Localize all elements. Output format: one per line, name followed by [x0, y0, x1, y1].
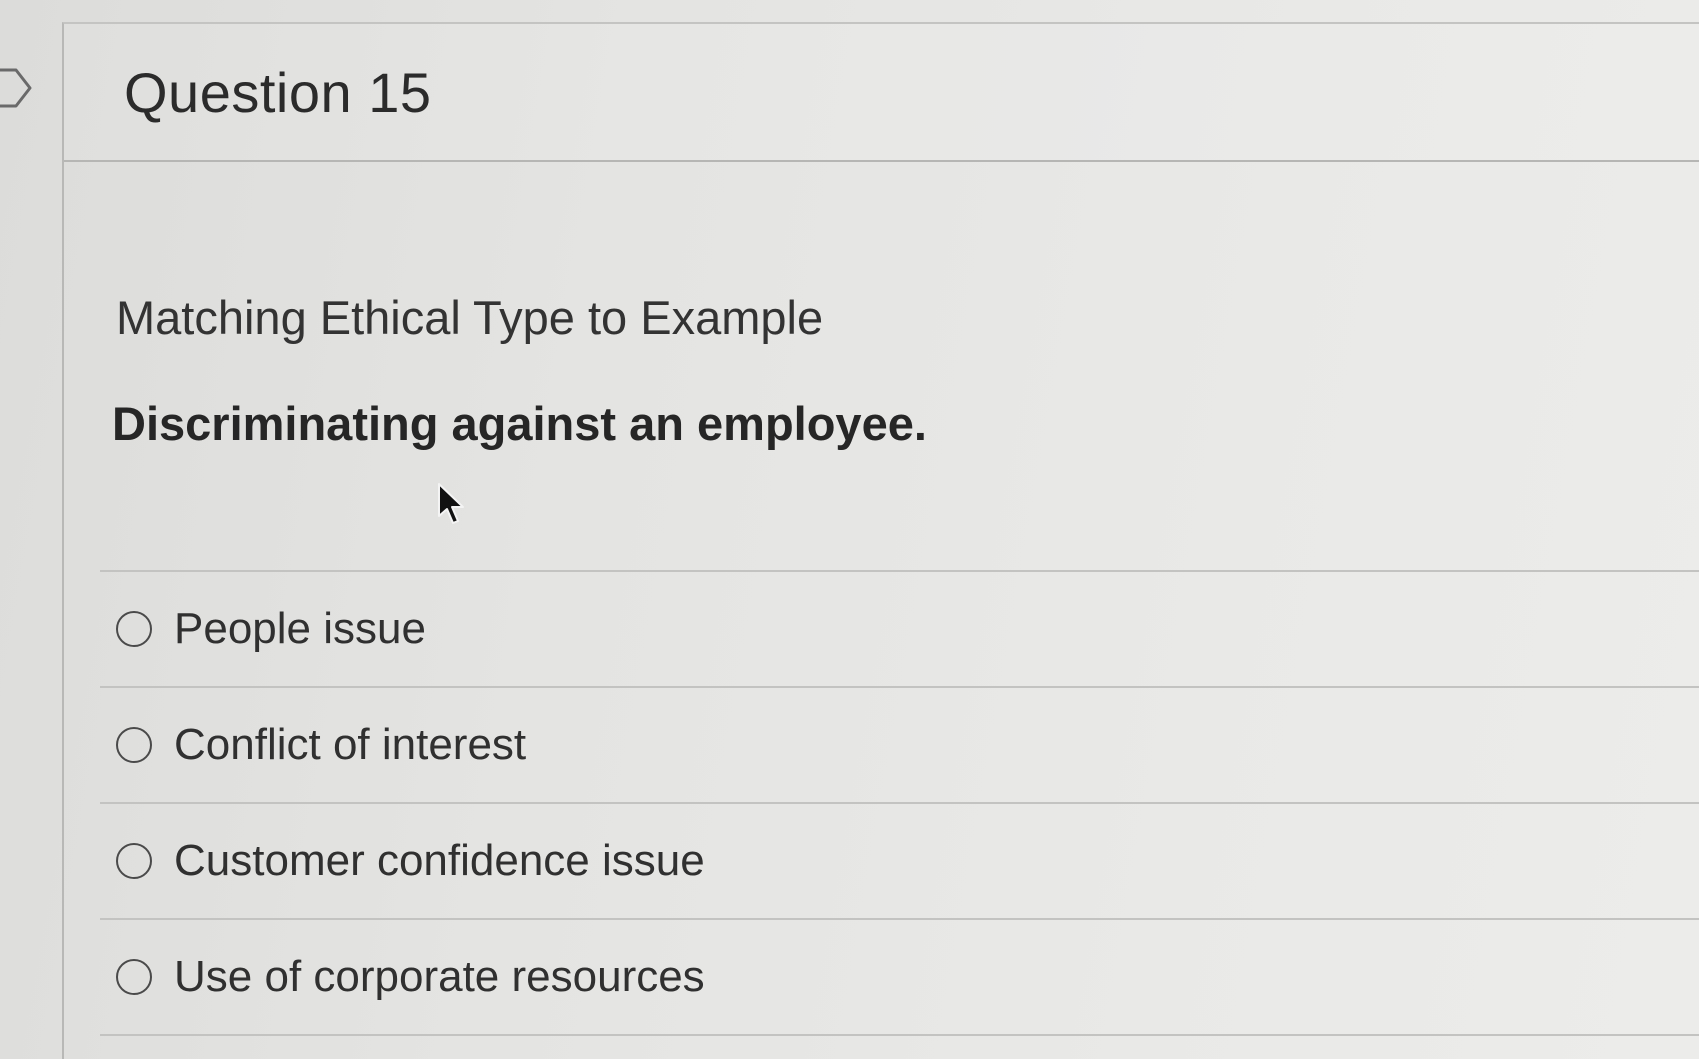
radio-button[interactable] [116, 959, 152, 995]
question-header: Question 15 [64, 24, 1699, 162]
mouse-pointer-icon [438, 483, 464, 524]
quiz-screen: Question 15 Matching Ethical Type to Exa… [0, 0, 1699, 1059]
answer-label: Use of corporate resources [174, 952, 705, 1001]
radio-button[interactable] [116, 727, 152, 763]
answer-option-people-issue[interactable]: People issue [100, 572, 1699, 688]
question-title: Question 15 [124, 61, 432, 124]
radio-button[interactable] [116, 843, 152, 879]
radio-button[interactable] [116, 611, 152, 647]
answer-option-customer-confidence-issue[interactable]: Customer confidence issue [100, 804, 1699, 920]
answer-option-use-of-corporate-resources[interactable]: Use of corporate resources [100, 920, 1699, 1036]
answer-label: People issue [174, 604, 426, 653]
answer-label: Conflict of interest [174, 720, 527, 769]
question-card: Question 15 Matching Ethical Type to Exa… [62, 22, 1699, 1059]
answer-list: People issue Conflict of interest Custom… [100, 570, 1699, 1036]
question-prompt: Matching Ethical Type to Example [116, 291, 824, 344]
chevron-right-icon[interactable] [0, 66, 34, 110]
question-stem: Discriminating against an employee. [112, 397, 927, 450]
answer-option-conflict-of-interest[interactable]: Conflict of interest [100, 688, 1699, 804]
answer-label: Customer confidence issue [174, 836, 705, 885]
